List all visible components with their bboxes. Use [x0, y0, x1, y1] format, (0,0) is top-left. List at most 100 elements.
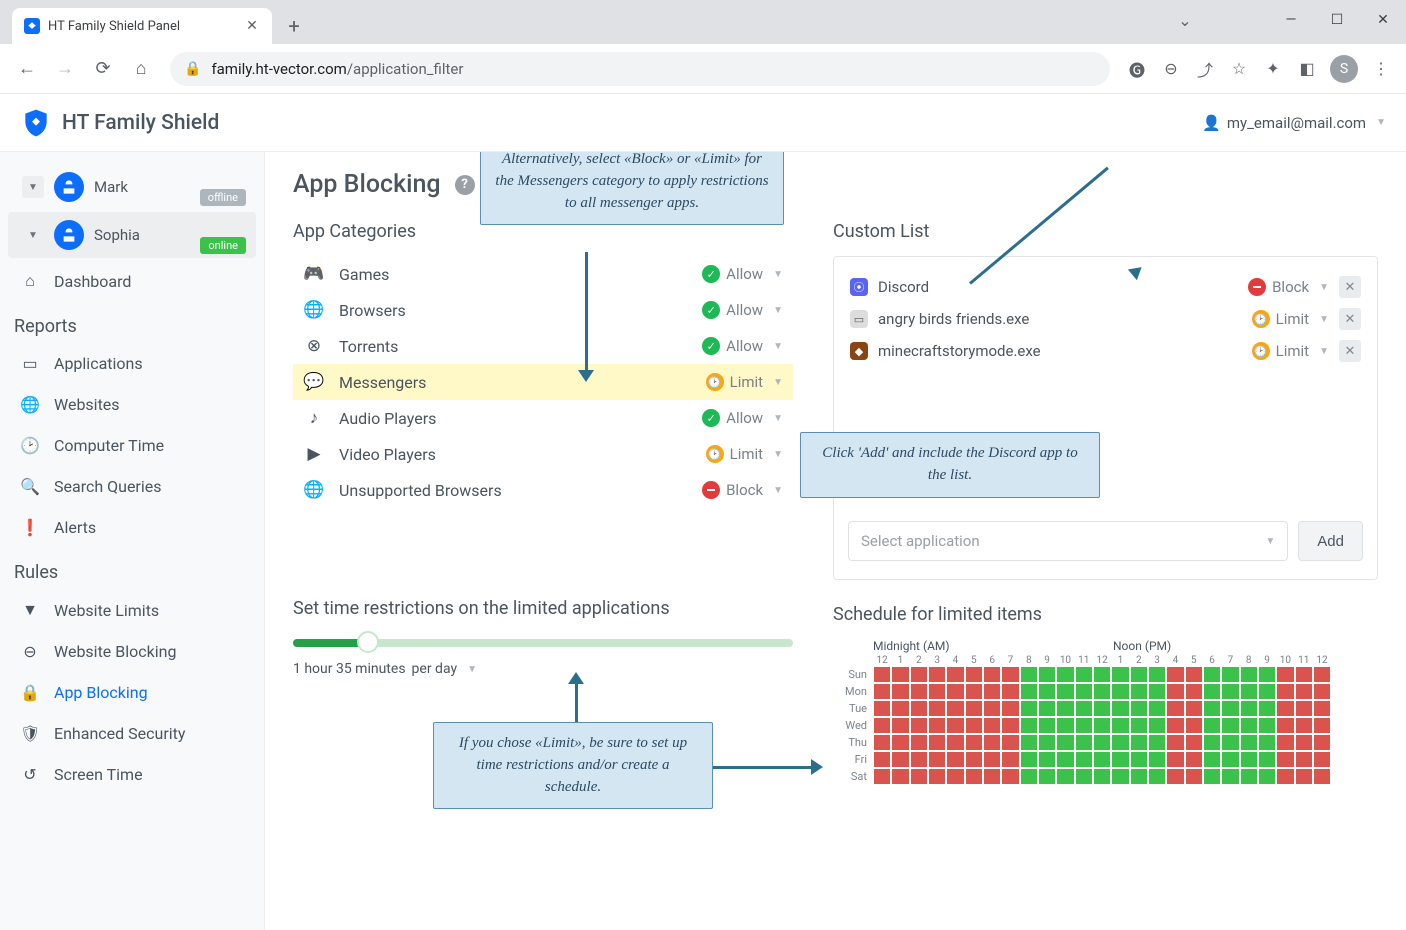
schedule-cell[interactable]	[1258, 666, 1276, 683]
schedule-cell[interactable]	[1240, 666, 1258, 683]
schedule-cell[interactable]	[983, 734, 1001, 751]
schedule-cell[interactable]	[1038, 734, 1056, 751]
schedule-cell[interactable]	[1130, 717, 1148, 734]
schedule-cell[interactable]	[910, 700, 928, 717]
schedule-cell[interactable]	[1276, 751, 1294, 768]
schedule-cell[interactable]	[946, 734, 964, 751]
schedule-cell[interactable]	[1258, 717, 1276, 734]
category-row[interactable]: ⊗Torrents✓Allow▼	[293, 328, 793, 364]
schedule-cell[interactable]	[965, 717, 983, 734]
schedule-cell[interactable]	[1185, 751, 1203, 768]
schedule-cell[interactable]	[1020, 666, 1038, 683]
schedule-cell[interactable]	[1295, 683, 1313, 700]
schedule-cell[interactable]	[1130, 751, 1148, 768]
schedule-cell[interactable]	[1276, 683, 1294, 700]
schedule-cell[interactable]	[891, 717, 909, 734]
schedule-cell[interactable]	[910, 768, 928, 785]
schedule-cell[interactable]	[1001, 717, 1019, 734]
schedule-cell[interactable]	[1221, 683, 1239, 700]
delete-button[interactable]: ✕	[1339, 340, 1361, 362]
schedule-cell[interactable]	[1258, 683, 1276, 700]
tab-close-icon[interactable]: ✕	[244, 18, 260, 34]
schedule-cell[interactable]	[1166, 734, 1184, 751]
help-icon[interactable]: ?	[455, 175, 475, 195]
schedule-cell[interactable]	[1185, 700, 1203, 717]
schedule-cell[interactable]	[1093, 700, 1111, 717]
schedule-cell[interactable]	[1221, 666, 1239, 683]
sidepanel-icon[interactable]: ◧	[1292, 54, 1322, 84]
schedule-cell[interactable]	[946, 666, 964, 683]
schedule-cell[interactable]	[1166, 751, 1184, 768]
state-dropdown[interactable]: Block▼	[702, 481, 783, 499]
schedule-cell[interactable]	[1056, 683, 1074, 700]
add-button[interactable]: Add	[1298, 521, 1363, 561]
extensions-icon[interactable]: ✦	[1258, 54, 1288, 84]
schedule-cell[interactable]	[910, 666, 928, 683]
category-row[interactable]: 💬Messengers🕑Limit▼	[293, 364, 793, 400]
schedule-cell[interactable]	[1313, 683, 1331, 700]
schedule-cell[interactable]	[1240, 717, 1258, 734]
sidebar-user-mark[interactable]: ▼ Mark offline	[8, 164, 256, 210]
schedule-cell[interactable]	[1185, 717, 1203, 734]
schedule-cell[interactable]	[1001, 734, 1019, 751]
schedule-cell[interactable]	[1276, 700, 1294, 717]
schedule-cell[interactable]	[1093, 666, 1111, 683]
schedule-cell[interactable]	[1038, 700, 1056, 717]
schedule-cell[interactable]	[1056, 700, 1074, 717]
sidebar-user-sophia[interactable]: ▼ Sophia online	[8, 212, 256, 258]
schedule-cell[interactable]	[1185, 666, 1203, 683]
schedule-cell[interactable]	[1295, 700, 1313, 717]
schedule-cell[interactable]	[1148, 666, 1166, 683]
schedule-cell[interactable]	[1075, 734, 1093, 751]
time-slider[interactable]	[293, 639, 793, 647]
reload-button[interactable]: ⟳	[86, 52, 120, 86]
schedule-cell[interactable]	[1056, 751, 1074, 768]
schedule-cell[interactable]	[965, 734, 983, 751]
schedule-cell[interactable]	[1258, 734, 1276, 751]
schedule-cell[interactable]	[1075, 700, 1093, 717]
schedule-cell[interactable]	[910, 751, 928, 768]
schedule-cell[interactable]	[1203, 734, 1221, 751]
schedule-cell[interactable]	[946, 700, 964, 717]
address-bar[interactable]: 🔒 family.ht-vector.com/application_filte…	[170, 52, 1110, 86]
sidebar-item-website-blocking[interactable]: ⊖Website Blocking	[0, 631, 264, 672]
schedule-cell[interactable]	[1221, 734, 1239, 751]
schedule-cell[interactable]	[1093, 717, 1111, 734]
schedule-cell[interactable]	[1130, 683, 1148, 700]
sidebar-item-search-queries[interactable]: 🔍Search Queries	[0, 466, 264, 507]
schedule-cell[interactable]	[983, 666, 1001, 683]
schedule-cell[interactable]	[1185, 683, 1203, 700]
schedule-cell[interactable]	[1111, 734, 1129, 751]
schedule-cell[interactable]	[873, 717, 891, 734]
schedule-cell[interactable]	[1056, 768, 1074, 785]
schedule-cell[interactable]	[1001, 700, 1019, 717]
schedule-cell[interactable]	[1093, 734, 1111, 751]
schedule-cell[interactable]	[873, 700, 891, 717]
schedule-cell[interactable]	[1295, 734, 1313, 751]
schedule-cell[interactable]	[1203, 768, 1221, 785]
schedule-cell[interactable]	[873, 734, 891, 751]
schedule-cell[interactable]	[1075, 751, 1093, 768]
schedule-cell[interactable]	[928, 666, 946, 683]
sidebar-item-alerts[interactable]: ❗Alerts	[0, 507, 264, 548]
schedule-cell[interactable]	[983, 700, 1001, 717]
select-application-dropdown[interactable]: Select application ▼	[848, 521, 1288, 561]
state-dropdown[interactable]: 🕑Limit▼	[1252, 342, 1329, 360]
schedule-cell[interactable]	[1111, 683, 1129, 700]
schedule-cell[interactable]	[946, 717, 964, 734]
schedule-cell[interactable]	[928, 717, 946, 734]
schedule-cell[interactable]	[1258, 751, 1276, 768]
state-dropdown[interactable]: Block▼	[1248, 278, 1329, 296]
schedule-cell[interactable]	[928, 734, 946, 751]
schedule-cell[interactable]	[1020, 683, 1038, 700]
schedule-cell[interactable]	[1130, 734, 1148, 751]
schedule-cell[interactable]	[1166, 683, 1184, 700]
category-row[interactable]: ▶Video Players🕑Limit▼	[293, 436, 793, 472]
close-window-button[interactable]: ✕	[1360, 0, 1406, 40]
state-dropdown[interactable]: ✓Allow▼	[702, 337, 783, 355]
schedule-cell[interactable]	[1295, 751, 1313, 768]
schedule-cell[interactable]	[873, 683, 891, 700]
schedule-cell[interactable]	[1203, 751, 1221, 768]
browser-tab[interactable]: HT Family Shield Panel ✕	[12, 8, 272, 44]
schedule-cell[interactable]	[1185, 768, 1203, 785]
